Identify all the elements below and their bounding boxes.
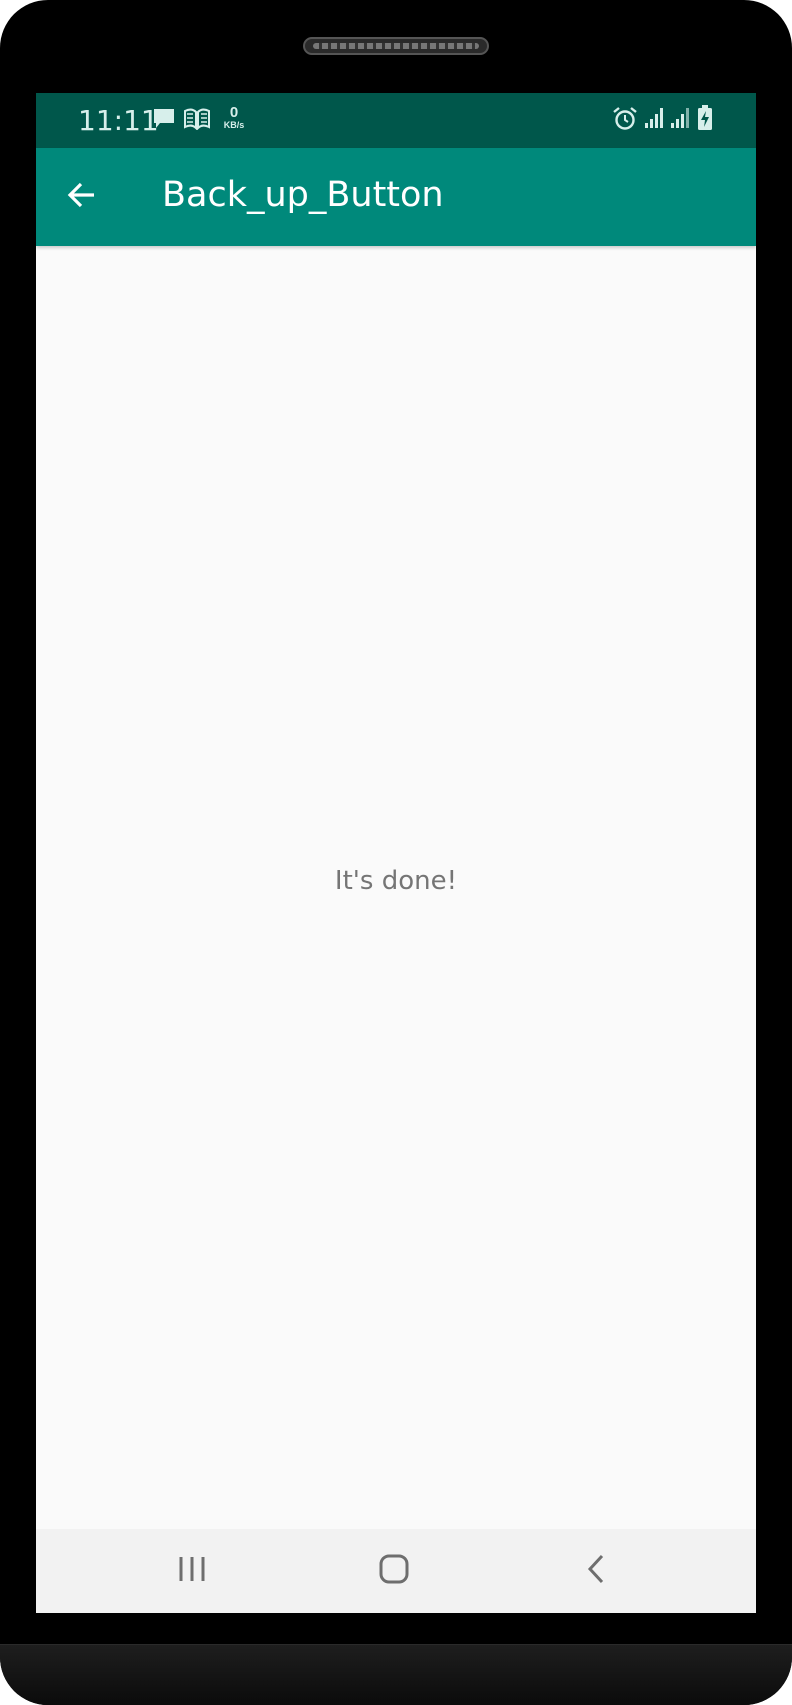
done-message: It's done! [334,866,458,896]
page-title: Back_up_Button [162,175,444,215]
earpiece-speaker [303,37,489,55]
screen: 11:11 0 KB/s Back_up_Button It's done! [36,93,756,1613]
home-button[interactable] [364,1545,424,1597]
phone-bottom-bezel [0,1644,792,1705]
network-speed-unit: KB/s [223,120,245,130]
network-speed: 0 KB/s [218,105,250,130]
book-icon [184,108,210,134]
navigation-bar [36,1529,756,1613]
status-time: 11:11 [78,104,159,137]
home-icon [378,1553,410,1589]
app-bar: Back_up_Button [36,148,756,246]
battery-charging-icon [697,105,713,135]
back-icon [584,1553,608,1589]
alarm-icon [612,106,638,136]
navigate-up-button[interactable] [58,173,106,221]
status-bar: 11:11 0 KB/s [36,93,756,148]
arrow-back-icon [66,179,98,215]
recents-icon [177,1555,207,1587]
signal-icon [644,107,666,133]
phone-frame: 11:11 0 KB/s Back_up_Button It's done! [0,0,792,1705]
message-icon [152,107,176,135]
system-back-button[interactable] [566,1545,626,1597]
recents-button[interactable] [162,1545,222,1597]
signal-icon [670,107,692,133]
main-content: It's done! [36,246,756,1522]
network-speed-value: 0 [229,104,239,121]
